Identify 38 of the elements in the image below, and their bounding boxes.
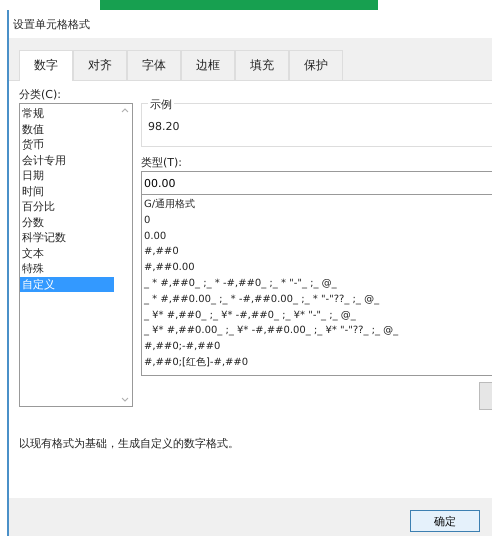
category-label: 分类(C): bbox=[19, 87, 62, 103]
sample-label: 示例 bbox=[148, 97, 174, 112]
category-item[interactable]: 科学记数 bbox=[20, 230, 114, 246]
ok-button[interactable]: 确定 bbox=[410, 510, 480, 532]
type-label: 类型(T): bbox=[141, 155, 184, 171]
category-item[interactable]: 数值 bbox=[20, 122, 114, 137]
format-item[interactable]: #,##0 bbox=[144, 244, 490, 260]
scroll-down-icon[interactable] bbox=[121, 397, 129, 402]
category-item[interactable]: 百分比 bbox=[20, 199, 114, 214]
tab[interactable]: 字体 bbox=[127, 50, 181, 80]
format-item[interactable]: 0 bbox=[144, 212, 490, 229]
description-text: 以现有格式为基础，生成自定义的数字格式。 bbox=[19, 436, 240, 451]
format-item[interactable]: #,##0.00 bbox=[144, 260, 490, 276]
format-item[interactable]: 0.00 bbox=[144, 228, 490, 244]
category-item[interactable]: 会计专用 bbox=[20, 152, 114, 168]
format-item[interactable]: _ ¥* #,##0_ ;_ ¥* -#,##0_ ;_ ¥* "-"_ ;_ @_ bbox=[144, 308, 490, 324]
category-item[interactable]: 特殊 bbox=[20, 261, 114, 276]
format-item[interactable]: #,##0;-#,##0 bbox=[144, 339, 490, 355]
format-item[interactable]: _ * #,##0_ ;_ * -#,##0_ ;_ * "-"_ ;_ @_ bbox=[144, 276, 490, 292]
tab[interactable]: 边框 bbox=[181, 50, 235, 80]
category-item[interactable]: 分数 bbox=[20, 214, 114, 230]
category-item[interactable]: 常规 bbox=[20, 106, 114, 122]
format-item[interactable]: _ * #,##0.00_ ;_ * -#,##0.00_ ;_ * "-"??_ ;_ @_ bbox=[144, 292, 490, 308]
category-item[interactable]: 文本 bbox=[20, 246, 114, 261]
category-item[interactable]: 货币 bbox=[20, 137, 114, 152]
tab[interactable]: 保护 bbox=[289, 50, 343, 80]
window-title: 设置单元格格式 bbox=[12, 16, 91, 32]
tab[interactable]: 对齐 bbox=[73, 50, 127, 80]
type-field[interactable]: 00.00 bbox=[141, 171, 492, 195]
scroll-up-icon[interactable] bbox=[121, 108, 129, 113]
tab[interactable]: 数字 bbox=[19, 50, 73, 81]
category-item[interactable]: 时间 bbox=[20, 184, 114, 199]
category-item[interactable]: 日期 bbox=[20, 168, 114, 184]
format-item[interactable]: G/通用格式 bbox=[144, 197, 490, 213]
tab[interactable]: 填充 bbox=[235, 50, 289, 80]
format-item[interactable]: _ ¥* #,##0.00_ ;_ ¥* -#,##0.00_ ;_ ¥* "-"??_ ;_ @_ bbox=[144, 323, 490, 340]
sample-value: 98.20 bbox=[148, 120, 180, 133]
format-item[interactable]: #,##0;[红色]-#,##0 bbox=[144, 354, 490, 371]
